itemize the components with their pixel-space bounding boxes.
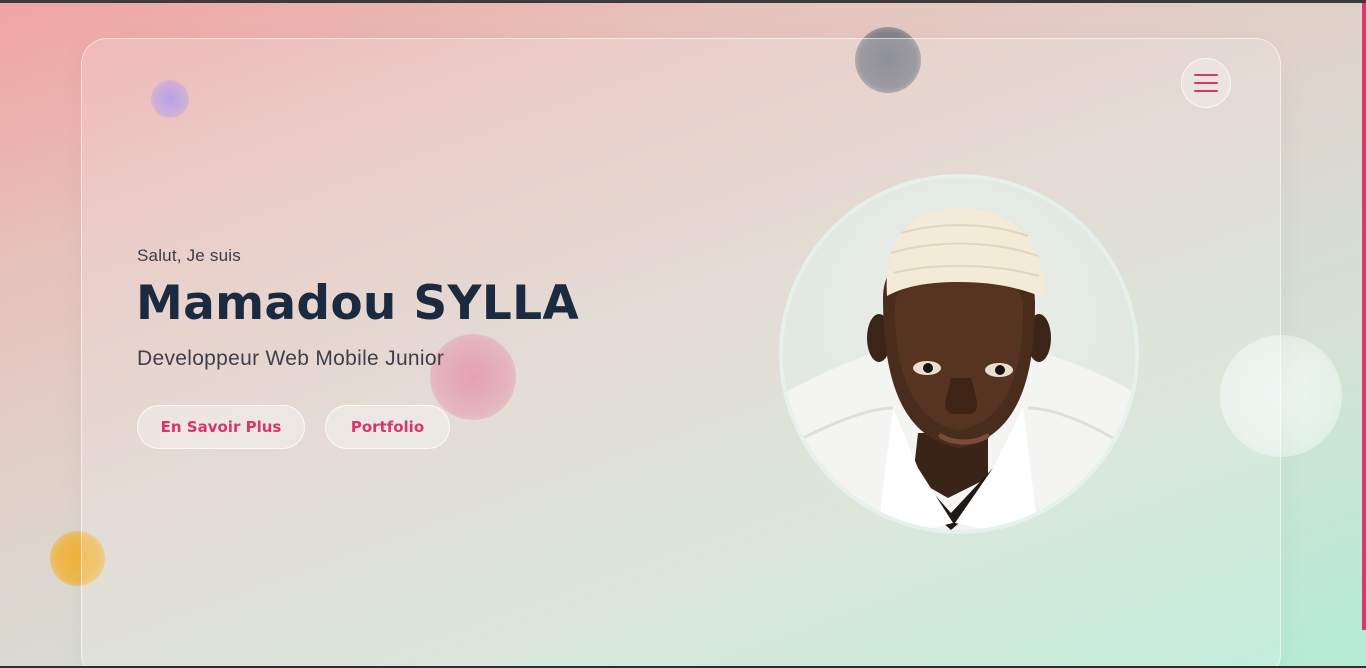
browser-top-edge [0, 0, 1366, 3]
hero-role: Developpeur Web Mobile Junior [137, 347, 445, 370]
hamburger-icon [1194, 74, 1218, 92]
hero-greeting: Salut, Je suis [137, 246, 241, 265]
profile-photo-icon [783, 178, 1135, 530]
learn-more-button[interactable]: En Savoir Plus [137, 405, 305, 449]
menu-button[interactable] [1181, 58, 1231, 108]
hero-name: Mamadou SYLLA [136, 276, 579, 331]
scrollbar[interactable] [1362, 3, 1366, 630]
profile-avatar [779, 174, 1139, 534]
portfolio-button[interactable]: Portfolio [325, 405, 450, 449]
